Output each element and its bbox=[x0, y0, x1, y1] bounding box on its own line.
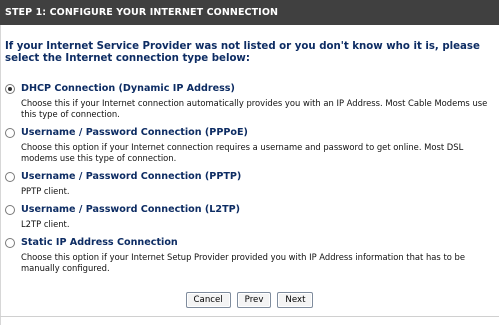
radio-static[interactable] bbox=[5, 238, 15, 248]
option-l2tp-title: Username / Password Connection (L2TP) bbox=[21, 204, 241, 215]
option-dhcp-title: DHCP Connection (Dynamic IP Address) bbox=[21, 83, 235, 94]
step-header: STEP 1: CONFIGURE YOUR INTERNET CONNECTI… bbox=[0, 0, 499, 25]
bottom-divider bbox=[0, 316, 499, 317]
intro-text: If your Internet Service Provider was no… bbox=[5, 41, 480, 64]
prev-button[interactable]: Prev bbox=[236, 292, 272, 308]
left-border bbox=[0, 25, 1, 325]
option-pppoe-title: Username / Password Connection (PPPoE) bbox=[21, 127, 248, 138]
radio-dhcp[interactable] bbox=[5, 84, 15, 94]
next-button[interactable]: Next bbox=[277, 292, 314, 308]
option-static-title: Static IP Address Connection bbox=[21, 237, 178, 248]
option-l2tp-desc: L2TP client. bbox=[21, 219, 70, 229]
option-pppoe-desc: Choose this option if your Internet conn… bbox=[21, 142, 464, 163]
option-dhcp-desc: Choose this if your Internet connection … bbox=[21, 98, 488, 119]
button-bar: Cancel Prev Next bbox=[0, 292, 499, 308]
cancel-button[interactable]: Cancel bbox=[185, 292, 231, 308]
option-static-desc: Choose this option if your Internet Setu… bbox=[21, 252, 465, 273]
option-pptp-title: Username / Password Connection (PPTP) bbox=[21, 171, 242, 182]
step-title: STEP 1: CONFIGURE YOUR INTERNET CONNECTI… bbox=[5, 7, 279, 18]
radio-pptp[interactable] bbox=[5, 172, 15, 182]
radio-pppoe[interactable] bbox=[5, 128, 15, 138]
radio-l2tp[interactable] bbox=[5, 205, 15, 215]
option-pptp-desc: PPTP client. bbox=[21, 186, 70, 196]
